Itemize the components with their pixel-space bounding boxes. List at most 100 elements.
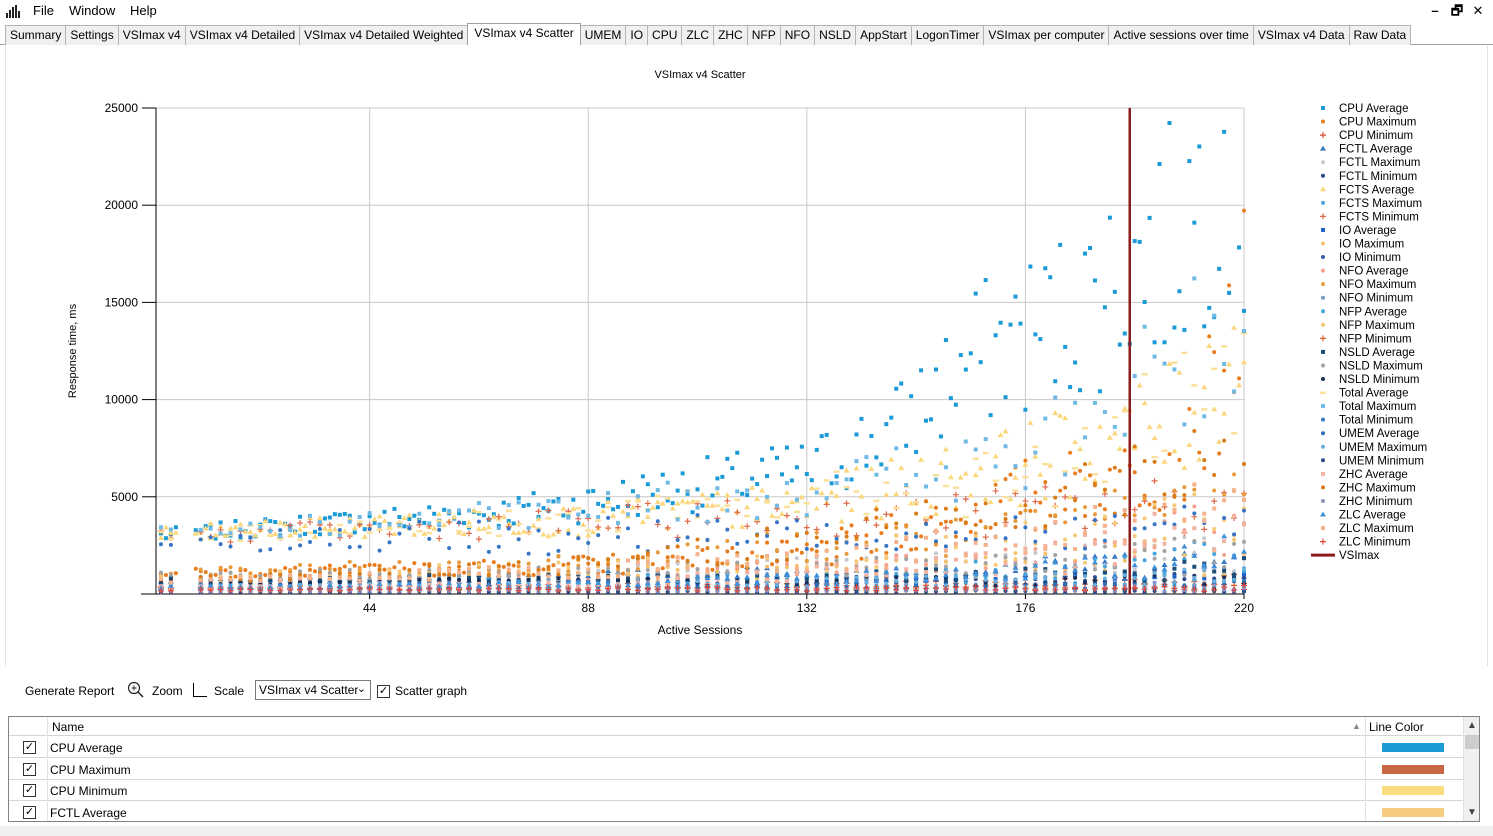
point-nfo-maximum <box>983 524 988 529</box>
scroll-down-icon[interactable]: ▼ <box>1464 804 1479 821</box>
point-total-average <box>942 484 949 488</box>
menu-window[interactable]: Window <box>69 3 115 18</box>
line-color-swatch[interactable] <box>1382 786 1444 795</box>
tab-appstart[interactable]: AppStart <box>855 25 912 45</box>
generate-report-button[interactable]: Generate Report <box>25 684 114 698</box>
point-zhc-maximum <box>616 564 621 569</box>
point-cpu-average <box>362 527 367 532</box>
tab-io[interactable]: IO <box>625 25 649 45</box>
point-cpu-average <box>943 338 948 343</box>
point-zhc-maximum <box>804 530 809 535</box>
point-zlc-maximum <box>973 540 978 545</box>
point-total-average <box>913 500 920 504</box>
scatter-graph-checkbox[interactable]: ✓ <box>377 685 390 698</box>
line-color-swatch[interactable] <box>1382 764 1444 774</box>
zoom-button[interactable]: Zoom <box>152 684 183 698</box>
point-nfo-maximum <box>1182 485 1187 490</box>
point-fcts-average <box>406 512 413 518</box>
point-total-maximum <box>854 459 859 464</box>
point-total-average <box>853 490 860 493</box>
legend-label: ZLC Average <box>1339 510 1406 522</box>
tab-vsimax-v4-detailed-weighted[interactable]: VSImax v4 Detailed Weighted <box>299 25 469 45</box>
menu-help[interactable]: Help <box>130 3 157 18</box>
tab-nsld[interactable]: NSLD <box>814 25 857 45</box>
line-color-swatch[interactable] <box>1382 743 1444 752</box>
table-row[interactable]: ✓ CPU Minimum <box>9 780 1463 801</box>
table-row[interactable]: ✓ CPU Average <box>9 737 1463 758</box>
tab-zlc[interactable]: ZLC <box>681 25 715 45</box>
close-button[interactable]: ✕ <box>1468 2 1488 20</box>
point-total-minimum <box>596 533 601 538</box>
point-fcts-minimum <box>1082 525 1089 532</box>
point-fcts-minimum <box>664 524 671 531</box>
point-total-maximum <box>685 489 690 494</box>
scale-button[interactable]: Scale <box>214 684 244 698</box>
tab-settings[interactable]: Settings <box>65 25 119 45</box>
legend-label: FCTL Average <box>1339 144 1413 156</box>
tab-zhc[interactable]: ZHC <box>713 25 748 45</box>
tab-vsimax-v4-detailed[interactable]: VSImax v4 Detailed <box>184 25 301 45</box>
tab-umem[interactable]: UMEM <box>579 25 627 45</box>
column-header-name[interactable]: Name <box>52 720 84 734</box>
point-fcts-average <box>361 533 368 539</box>
tab-logontimer[interactable]: LogonTimer <box>910 25 985 45</box>
tab-cpu[interactable]: CPU <box>647 25 683 45</box>
point-cpu-maximum <box>1222 368 1227 373</box>
series-visible-checkbox[interactable]: ✓ <box>23 784 36 797</box>
series-visible-checkbox[interactable]: ✓ <box>23 762 36 776</box>
tab-vsimax-v4[interactable]: VSImax v4 <box>117 25 186 45</box>
vertical-scrollbar[interactable]: ▲ ▼ <box>1463 717 1479 821</box>
tab-vsimax-v4-data[interactable]: VSImax v4 Data <box>1252 25 1350 45</box>
point-zhc-maximum <box>755 533 760 538</box>
series-visible-checkbox[interactable]: ✓ <box>23 805 36 819</box>
minimize-button[interactable]: – <box>1425 2 1445 20</box>
point-total-minimum <box>466 544 471 549</box>
point-fcts-average <box>162 524 169 530</box>
point-fcts-minimum <box>436 535 443 542</box>
point-cpu-maximum <box>1107 467 1112 472</box>
legend-marker <box>1321 255 1325 260</box>
scale-icon[interactable] <box>193 683 207 697</box>
point-nsld-maximum <box>625 567 630 572</box>
table-row[interactable]: ✓ FCTL Average <box>9 801 1463 821</box>
point-zlc-average <box>754 580 761 586</box>
restore-button[interactable]: 🗗 <box>1447 2 1467 20</box>
series-visible-checkbox[interactable]: ✓ <box>23 741 36 754</box>
legend-label: ZLC Maximum <box>1339 523 1414 535</box>
point-cpu-maximum <box>889 513 894 518</box>
tab-active-sessions-over-time[interactable]: Active sessions over time <box>1108 25 1254 45</box>
point-zlc-maximum <box>407 576 412 581</box>
tab-nfp[interactable]: NFP <box>746 25 781 45</box>
point-total-average <box>952 486 959 489</box>
point-cpu-average <box>710 493 715 498</box>
point-nsld-minimum <box>466 578 471 583</box>
tab-vsimax-per-computer[interactable]: VSImax per computer <box>983 25 1110 45</box>
zoom-icon[interactable] <box>127 681 145 699</box>
column-header-line-color[interactable]: Line Color <box>1369 720 1424 734</box>
point-total-maximum <box>894 446 899 451</box>
tab-raw-data[interactable]: Raw Data <box>1348 25 1412 45</box>
point-zhc-maximum <box>933 505 938 510</box>
point-zhc-average <box>854 567 859 572</box>
point-zhc-maximum <box>1242 462 1246 467</box>
point-total-average <box>654 494 661 498</box>
tab-nfo[interactable]: NFO <box>779 25 816 45</box>
point-zlc-maximum <box>546 574 551 579</box>
point-io-average <box>1172 574 1177 579</box>
point-zhc-maximum <box>1013 525 1018 530</box>
point-zlc-maximum <box>238 574 243 579</box>
point-cpu-average <box>342 511 347 516</box>
menu-file[interactable]: File <box>33 3 54 18</box>
point-total-average <box>962 515 969 519</box>
legend-marker <box>1321 417 1325 422</box>
scroll-thumb[interactable] <box>1465 735 1479 749</box>
chart-type-select[interactable]: VSImax v4 Scatter ⌄ <box>255 680 371 700</box>
tab-vsimax-v4-scatter[interactable]: VSImax v4 Scatter <box>467 23 581 45</box>
point-cpu-average <box>173 525 178 530</box>
table-row[interactable]: ✓ CPU Maximum <box>9 758 1463 780</box>
scroll-up-icon[interactable]: ▲ <box>1464 717 1479 734</box>
line-color-swatch[interactable] <box>1382 807 1444 817</box>
tab-summary[interactable]: Summary <box>5 25 67 45</box>
point-fcts-minimum <box>982 534 989 541</box>
point-total-maximum <box>347 519 352 524</box>
